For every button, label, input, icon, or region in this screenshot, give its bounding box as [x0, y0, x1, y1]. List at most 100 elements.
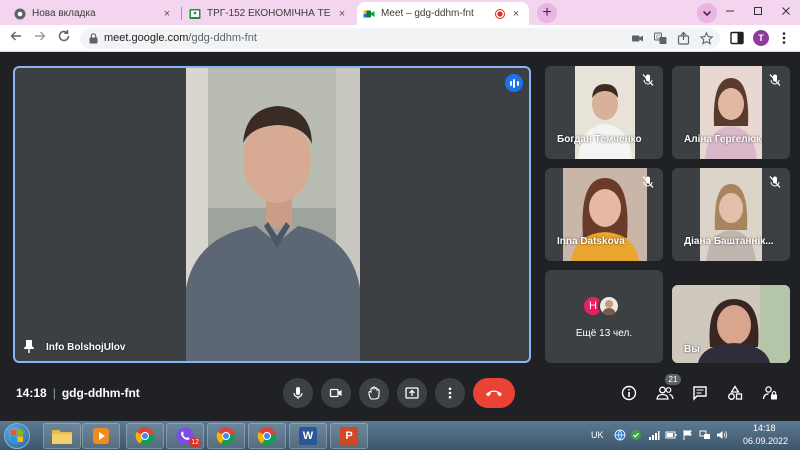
close-window-button[interactable] — [772, 0, 800, 25]
self-name: Вы — [684, 344, 700, 355]
participant-video-frame — [571, 178, 639, 261]
taskbar-chrome[interactable] — [126, 423, 164, 449]
start-button[interactable] — [4, 423, 30, 449]
volume-icon[interactable] — [716, 429, 728, 441]
back-button[interactable] — [6, 28, 26, 48]
side-panel-icon[interactable] — [729, 30, 745, 46]
signal-bars-icon[interactable] — [648, 429, 660, 441]
chat-icon — [693, 386, 707, 401]
battery-icon[interactable] — [665, 429, 677, 441]
participant-tile[interactable]: Богдан Темченко — [545, 66, 663, 159]
maximize-button[interactable] — [744, 0, 772, 25]
taskbar-clock-time[interactable]: 14:18 — [753, 423, 776, 433]
microphone-icon — [293, 387, 303, 399]
tab-divider — [181, 7, 182, 20]
powerpoint-icon: P — [340, 427, 358, 445]
close-icon — [782, 7, 790, 15]
host-controls-button[interactable] — [760, 383, 780, 403]
participant-avatar — [598, 295, 620, 317]
network-icon[interactable] — [699, 429, 711, 441]
taskbar-chrome-profile[interactable] — [248, 423, 286, 449]
minimize-button[interactable] — [716, 0, 744, 25]
meet-icon — [363, 10, 375, 17]
taskbar-word[interactable]: W — [289, 423, 327, 449]
tab-new-tab[interactable]: Нова вкладка × — [8, 2, 180, 25]
forward-button[interactable] — [30, 28, 50, 48]
camera-button[interactable] — [321, 378, 351, 408]
avatar-photo — [602, 300, 616, 315]
language-indicator[interactable]: UK — [591, 430, 604, 440]
more-vert-icon — [448, 387, 452, 399]
meeting-info: 14:18 | gdg-ddhm-fnt — [16, 386, 140, 400]
more-participants-tile[interactable]: Н Ещё 13 чел. — [545, 270, 663, 363]
tab-economics[interactable]: ТРГ-152 ЕКОНОМІЧНА ТЕОРІЯ × — [183, 2, 355, 25]
reload-button[interactable] — [54, 28, 74, 48]
taskbar-powerpoint[interactable]: P — [330, 423, 368, 449]
maximize-icon — [754, 7, 762, 15]
participant-tile[interactable]: Аліна Гергелюк — [672, 66, 790, 159]
meeting-details-button[interactable] — [619, 383, 639, 403]
close-tab-icon[interactable]: × — [335, 7, 349, 21]
camera-in-use-icon[interactable] — [630, 31, 645, 46]
chat-button[interactable] — [690, 383, 710, 403]
hand-icon — [368, 386, 380, 400]
network-globe-icon[interactable] — [614, 429, 626, 441]
profile-avatar[interactable]: T — [753, 30, 769, 46]
mic-off-icon — [769, 176, 781, 188]
leave-call-button[interactable] — [473, 378, 515, 408]
taskbar-clock-date[interactable]: 06.09.2022 — [743, 436, 788, 446]
media-player-icon — [93, 428, 109, 444]
info-icon — [621, 385, 637, 401]
self-view-tile[interactable]: Вы — [672, 285, 790, 363]
translate-icon[interactable]: G — [653, 31, 668, 46]
antivirus-icon[interactable] — [630, 429, 642, 441]
speaker-video-frame — [186, 68, 360, 361]
more-options-button[interactable] — [435, 378, 465, 408]
bookmark-star-icon[interactable] — [699, 31, 714, 46]
close-tab-icon[interactable]: × — [160, 7, 174, 21]
microphone-button[interactable] — [283, 378, 313, 408]
svg-text:G: G — [656, 34, 661, 41]
recording-icon — [495, 8, 505, 19]
action-center-flag-icon[interactable] — [682, 429, 694, 441]
main-speaker-video — [186, 68, 360, 361]
tab-title: Нова вкладка — [32, 8, 96, 19]
pin-icon[interactable] — [23, 339, 35, 353]
taskbar-viber[interactable]: 12 — [166, 423, 204, 449]
address-bar[interactable]: meet.google.com/gdg-ddhm-fnt G — [80, 28, 720, 49]
participant-name: Inna Datskova — [557, 236, 625, 247]
word-icon: W — [299, 427, 317, 445]
raise-hand-button[interactable] — [359, 378, 389, 408]
taskbar-explorer[interactable] — [43, 423, 81, 449]
more-vert-icon[interactable] — [776, 30, 792, 46]
people-button[interactable] — [655, 383, 675, 403]
chevron-down-icon — [702, 10, 712, 17]
mic-off-icon — [642, 74, 654, 86]
meeting-code: gdg-ddhm-fnt — [61, 386, 140, 400]
taskbar-media-player[interactable] — [82, 423, 120, 449]
viber-badge: 12 — [189, 438, 201, 447]
close-tab-icon[interactable]: × — [509, 7, 523, 21]
participant-video-frame — [706, 184, 756, 261]
taskbar-chrome-window[interactable] — [207, 423, 245, 449]
participant-video — [700, 66, 762, 159]
participant-video-frame — [578, 84, 632, 159]
share-icon[interactable] — [676, 31, 691, 46]
windows-taskbar: 12 W P UK 14:18 06.09.2022 — [0, 421, 800, 450]
new-tab-button[interactable]: + — [537, 3, 557, 23]
participant-tile[interactable]: Діана Баштаннік... — [672, 168, 790, 261]
arrow-right-icon — [35, 31, 46, 41]
activities-button[interactable] — [725, 383, 745, 403]
main-speaker-tile[interactable]: Info BolshojUlov — [13, 66, 531, 363]
present-screen-button[interactable] — [397, 378, 427, 408]
mic-off-icon — [769, 74, 781, 86]
mic-off-icon — [642, 176, 654, 188]
folder-icon — [52, 430, 72, 444]
participant-tile[interactable]: Inna Datskova — [545, 168, 663, 261]
arrow-left-icon — [10, 31, 21, 41]
lock-icon — [89, 33, 98, 44]
tab-search-button[interactable] — [697, 3, 717, 23]
tab-title: Meet – gdg-ddhm-fnt — [381, 8, 474, 19]
tab-meet[interactable]: Meet – gdg-ddhm-fnt × — [357, 2, 529, 25]
browser-toolbar: meet.google.com/gdg-ddhm-fnt G T — [0, 25, 800, 52]
